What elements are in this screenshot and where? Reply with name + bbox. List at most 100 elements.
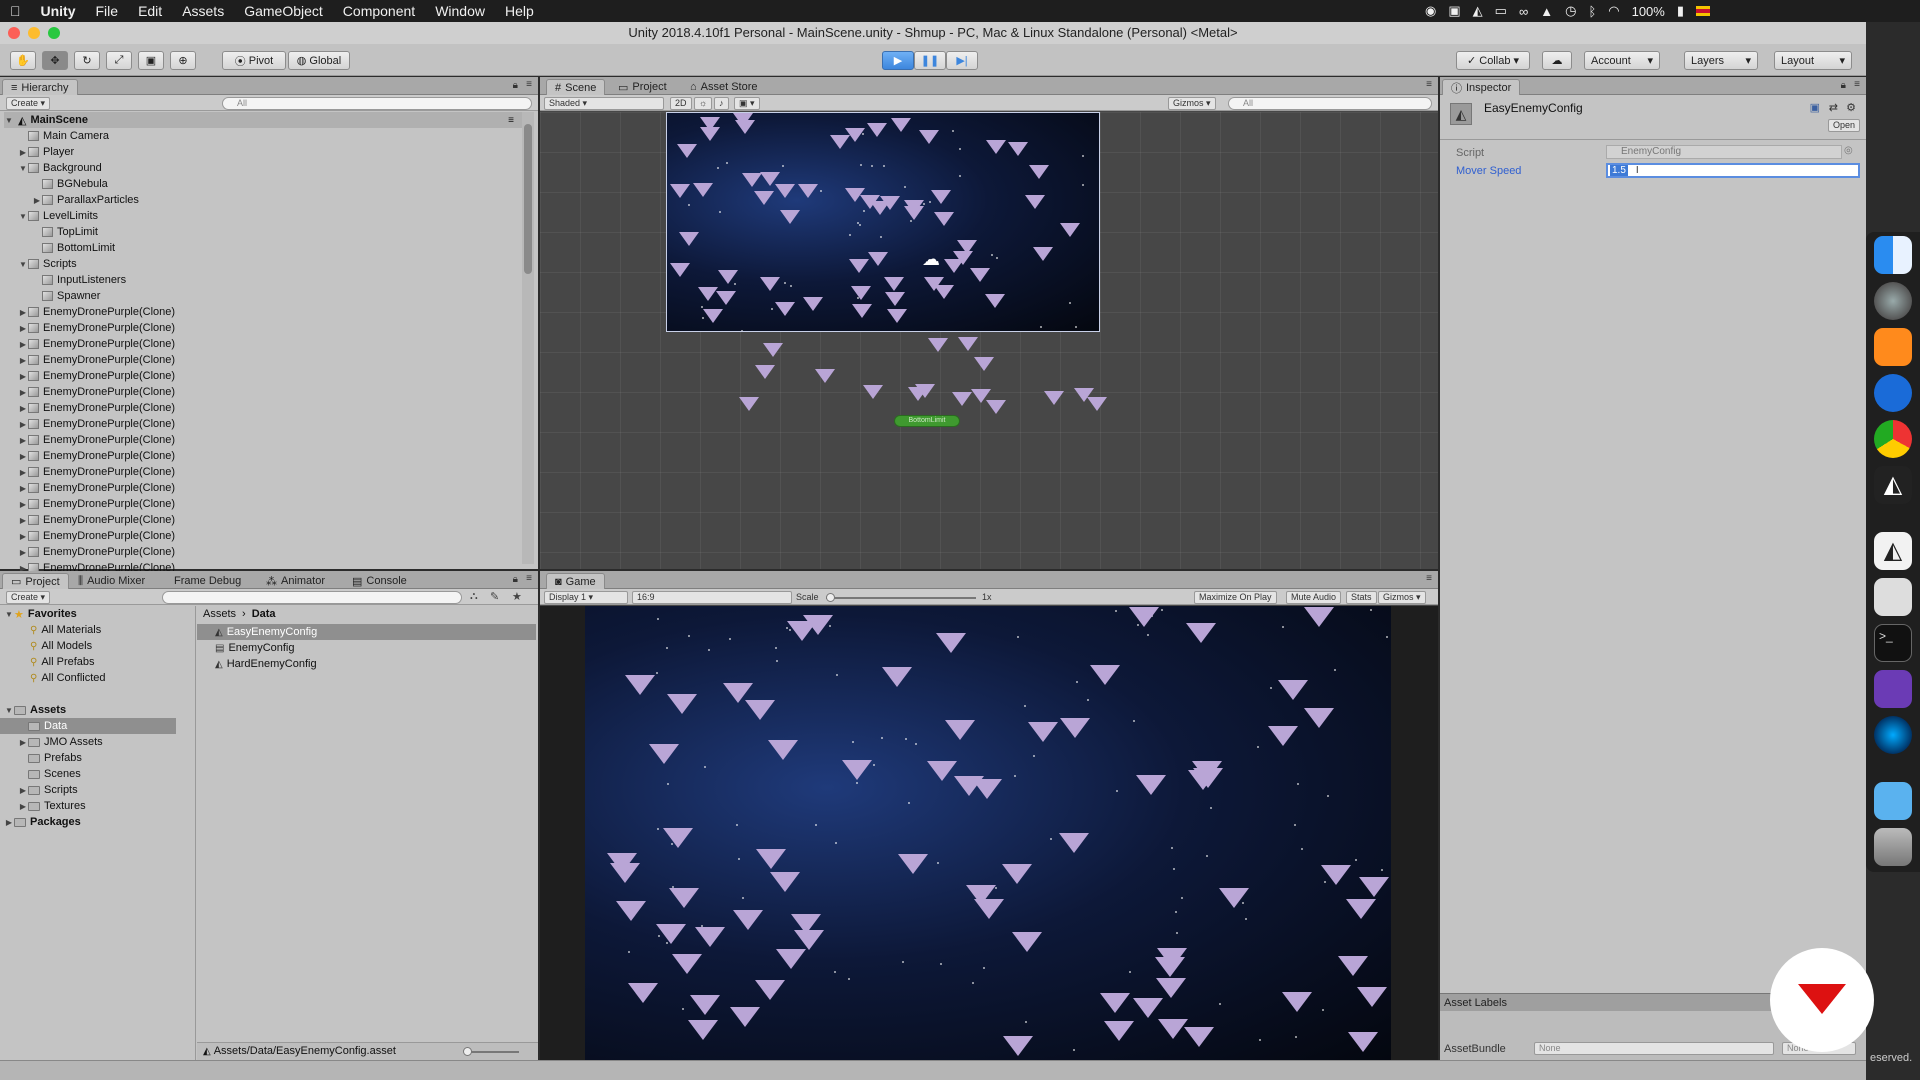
scene-background-sprite[interactable] <box>666 112 1100 332</box>
icon-size-slider[interactable] <box>463 1047 519 1056</box>
launchpad-icon[interactable] <box>1874 282 1912 320</box>
terminal-icon[interactable]: >_ <box>1874 624 1912 662</box>
expand-arrow-icon[interactable]: ▶ <box>18 452 28 461</box>
favorite-item[interactable]: ⚲ All Materials <box>30 622 101 638</box>
menu-edit[interactable]: Edit <box>128 3 172 19</box>
favorites-header[interactable]: ▼ ★ Favorites <box>4 606 77 622</box>
menu-gameobject[interactable]: GameObject <box>234 3 333 19</box>
expand-arrow-icon[interactable]: ▶ <box>18 484 28 493</box>
create-dropdown[interactable]: Create ▾ <box>6 97 51 110</box>
time-machine-icon[interactable]: ◷ <box>1565 3 1576 19</box>
expand-arrow-icon[interactable]: ▶ <box>18 356 28 365</box>
hierarchy-item[interactable]: ▶ EnemyDronePurple(Clone) <box>18 432 175 448</box>
open-button[interactable]: Open <box>1827 119 1860 132</box>
wifi-icon[interactable]: ◠ <box>1608 3 1619 19</box>
shading-dropdown[interactable]: Shaded ▾ <box>544 97 664 110</box>
object-picker-icon[interactable]: ◎ <box>1844 145 1853 156</box>
game-gizmos-dropdown[interactable]: Gizmos ▾ <box>1378 591 1426 604</box>
hierarchy-item[interactable]: ▶ EnemyDronePurple(Clone) <box>18 352 175 368</box>
tab-scene[interactable]: # Scene <box>546 79 606 95</box>
scene-view[interactable]: BottomLimit ☁ <box>540 112 1438 569</box>
expand-arrow-icon[interactable]: ▶ <box>18 308 28 317</box>
hierarchy-item[interactable]: BottomLimit <box>32 240 115 256</box>
hierarchy-item[interactable]: ▶ EnemyDronePurple(Clone) <box>18 336 175 352</box>
hierarchy-item[interactable]: ▶ EnemyDronePurple(Clone) <box>18 528 175 544</box>
effects-dropdown[interactable]: ▣ ▾ <box>734 97 760 110</box>
collapse-arrow-icon[interactable]: ▼ <box>18 260 28 269</box>
minimize-window-button[interactable] <box>28 27 40 39</box>
gear-icon[interactable]: ⚙ <box>1846 101 1856 114</box>
game-render[interactable] <box>585 606 1391 1060</box>
panel-menu-icon[interactable]: ≡ <box>1426 79 1432 90</box>
file-item[interactable]: ◭ EasyEnemyConfig <box>197 624 536 640</box>
bottom-limit-label[interactable]: BottomLimit <box>894 415 960 427</box>
menu-assets[interactable]: Assets <box>172 3 234 19</box>
scene-gizmos-dropdown[interactable]: Gizmos ▾ <box>1168 97 1216 110</box>
hierarchy-item[interactable]: ▼ Scripts <box>18 256 77 272</box>
expand-arrow-icon[interactable]: ▶ <box>18 738 28 747</box>
tab-frame-debug[interactable]: Frame Debug <box>166 573 249 589</box>
hierarchy-item[interactable]: ▶ ParallaxParticles <box>32 192 139 208</box>
expand-arrow-icon[interactable]: ▶ <box>18 420 28 429</box>
pivot-toggle[interactable]: ⦿ Pivot <box>222 51 286 70</box>
hierarchy-item[interactable]: ▶ EnemyDronePurple(Clone) <box>18 400 175 416</box>
hierarchy-item[interactable]: Main Camera <box>18 128 109 144</box>
panel-menu-icon[interactable]: ≡ <box>526 79 532 90</box>
scene-menu-icon[interactable]: ≡ <box>508 115 514 126</box>
tab-project-bottom[interactable]: ▭ Project <box>2 573 69 589</box>
hierarchy-item[interactable]: ▶ EnemyDronePurple(Clone) <box>18 448 175 464</box>
expand-arrow-icon[interactable]: ▶ <box>18 436 28 445</box>
expand-arrow-icon[interactable]: ▶ <box>18 388 28 397</box>
asset-folder-item[interactable]: Scenes <box>18 766 81 782</box>
close-window-button[interactable] <box>8 27 20 39</box>
unity-icon[interactable]: ◭ <box>1874 532 1912 570</box>
asset-folder-item[interactable]: ▶ Textures <box>18 798 86 814</box>
hierarchy-item[interactable]: Spawner <box>32 288 100 304</box>
menu-app-unity[interactable]: Unity <box>31 3 86 19</box>
move-tool-button[interactable]: ✥ <box>42 51 68 70</box>
hierarchy-item[interactable]: ▶ EnemyDronePurple(Clone) <box>18 320 175 336</box>
rect-tool-button[interactable]: ▣ <box>138 51 164 70</box>
hand-tool-button[interactable]: ✋ <box>10 51 36 70</box>
expand-arrow-icon[interactable]: ▼ <box>4 116 14 125</box>
play-button[interactable]: ▶ <box>882 51 914 70</box>
trash-icon[interactable] <box>1874 828 1912 866</box>
help-icon[interactable]: ▣ <box>1810 101 1820 114</box>
hierarchy-item[interactable]: TopLimit <box>32 224 98 240</box>
breadcrumb-assets[interactable]: Assets <box>203 608 236 620</box>
slider-thumb[interactable] <box>463 1047 472 1056</box>
hierarchy-search-input[interactable]: All <box>222 97 532 110</box>
expand-arrow-icon[interactable]: ▶ <box>18 786 28 795</box>
tab-hierarchy[interactable]: ≡ Hierarchy <box>2 79 78 95</box>
scene-search-input[interactable]: All <box>1228 97 1432 110</box>
collab-dropdown[interactable]: ✓ Collab ▾ <box>1456 51 1530 70</box>
assetbundle-dropdown[interactable]: None <box>1534 1042 1774 1055</box>
battery-percent[interactable]: 100% <box>1632 4 1665 19</box>
panel-menu-icon[interactable]: ≡ <box>1426 573 1432 584</box>
visual-studio-icon[interactable] <box>1874 670 1912 708</box>
git-client-icon[interactable] <box>1874 374 1912 412</box>
finder-status-icon[interactable]: ▣ <box>1448 3 1460 19</box>
tab-audio-mixer[interactable]: ⫼ Audio Mixer <box>70 573 153 589</box>
favorite-item[interactable]: ⚲ All Models <box>30 638 92 654</box>
expand-arrow-icon[interactable]: ▶ <box>18 532 28 541</box>
expand-arrow-icon[interactable]: ▶ <box>32 196 42 205</box>
cloud-button[interactable]: ☁ <box>1542 51 1572 70</box>
scrollbar-thumb[interactable] <box>524 124 532 274</box>
scale-tool-button[interactable]: ⤢ <box>106 51 132 70</box>
preset-icon[interactable]: ⇄ <box>1829 101 1838 114</box>
lock-icon[interactable]: 🔒︎ <box>1841 80 1846 91</box>
hierarchy-scrollbar[interactable] <box>522 112 534 564</box>
unity-hub-icon[interactable]: ◭ <box>1874 466 1912 504</box>
asset-folder-item[interactable]: Data <box>0 718 176 734</box>
menu-window[interactable]: Window <box>425 3 495 19</box>
project-create-dropdown[interactable]: Create ▾ <box>6 591 51 604</box>
mute-audio-toggle[interactable]: Mute Audio <box>1286 591 1342 604</box>
script-field[interactable]: EnemyConfig <box>1606 145 1842 159</box>
expand-arrow-icon[interactable]: ▶ <box>18 372 28 381</box>
hierarchy-item[interactable]: ▶ EnemyDronePurple(Clone) <box>18 464 175 480</box>
hierarchy-item[interactable]: ▶ EnemyDronePurple(Clone) <box>18 416 175 432</box>
rotate-tool-button[interactable]: ↻ <box>74 51 100 70</box>
expand-arrow-icon[interactable]: ▶ <box>18 468 28 477</box>
layers-dropdown[interactable]: Layers ▾ <box>1684 51 1758 70</box>
